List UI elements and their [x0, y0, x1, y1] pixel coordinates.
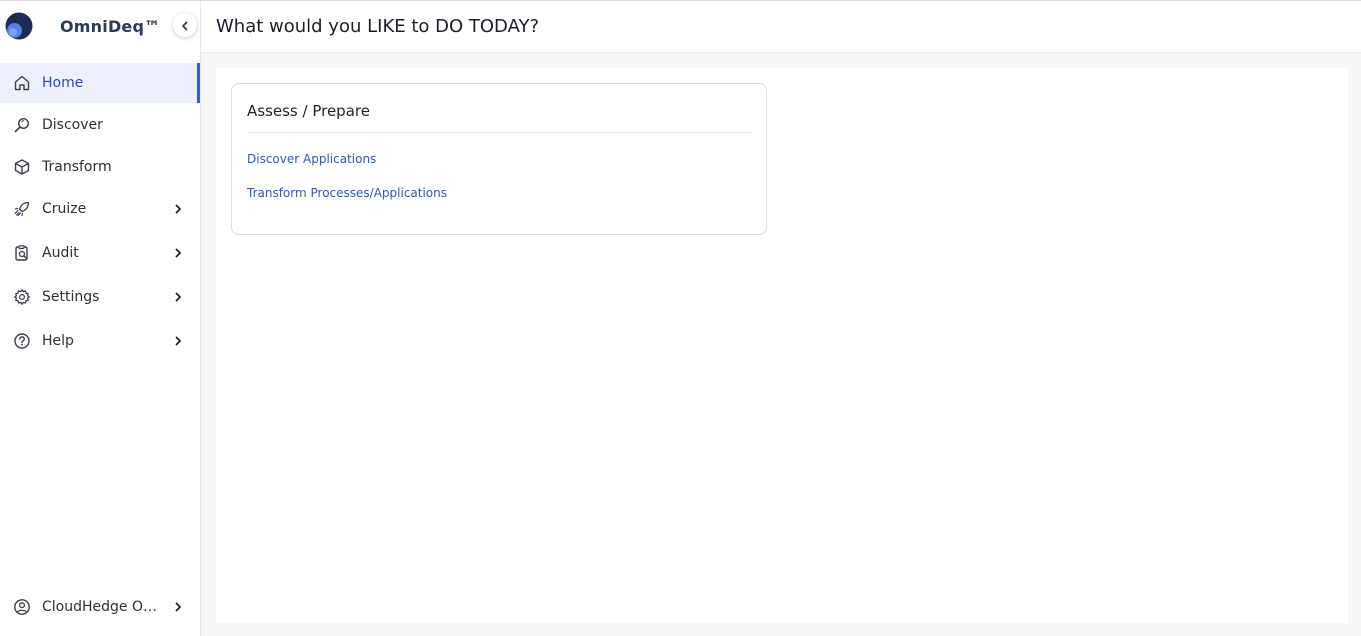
- main-area: Assess / Prepare Discover Applications T…: [201, 53, 1361, 636]
- content-panel: Assess / Prepare Discover Applications T…: [216, 68, 1348, 623]
- brand: OmniDeq™: [0, 1, 201, 51]
- user-icon: [13, 598, 31, 616]
- chevron-right-icon: [172, 247, 184, 259]
- chevron-right-icon: [172, 601, 184, 613]
- sidebar-item-transform[interactable]: Transform: [0, 147, 200, 187]
- sidebar-item-help[interactable]: Help: [0, 321, 200, 361]
- search-icon: [13, 116, 31, 134]
- sidebar-item-label: Transform: [42, 159, 112, 175]
- cube-icon: [13, 158, 31, 176]
- sidebar-item-label: Help: [42, 333, 74, 349]
- sidebar-item-label: CloudHedge OnP...: [42, 599, 164, 615]
- chevron-right-icon: [172, 291, 184, 303]
- app-window: OmniDeq™ Home Discover Transform Cruize …: [0, 0, 1361, 636]
- sidebar-item-settings[interactable]: Settings: [0, 277, 200, 317]
- sidebar-item-label: Discover: [42, 117, 103, 133]
- discover-applications-link[interactable]: Discover Applications: [247, 152, 376, 166]
- sidebar-item-home[interactable]: Home: [0, 63, 200, 103]
- brand-name: OmniDeq™: [60, 17, 161, 36]
- chevron-right-icon: [172, 335, 184, 347]
- collapse-sidebar-button[interactable]: [173, 13, 197, 37]
- rocket-icon: [13, 200, 31, 218]
- sidebar-item-cruize[interactable]: Cruize: [0, 189, 200, 229]
- audit-icon: [13, 244, 31, 262]
- card-title: Assess / Prepare: [247, 102, 370, 120]
- gear-icon: [13, 288, 31, 306]
- chevron-right-icon: [172, 203, 184, 215]
- page-header: What would you LIKE to DO TODAY?: [201, 1, 1361, 53]
- sidebar-item-label: Cruize: [42, 201, 87, 217]
- sidebar-item-label: Home: [42, 75, 84, 91]
- page-title: What would you LIKE to DO TODAY?: [216, 16, 540, 37]
- sidebar-item-account[interactable]: CloudHedge OnP...: [0, 587, 200, 627]
- sidebar-item-discover[interactable]: Discover: [0, 105, 200, 145]
- home-icon: [13, 74, 31, 92]
- omnideq-logo-icon: [5, 12, 33, 40]
- transform-processes-link[interactable]: Transform Processes/Applications: [247, 186, 447, 200]
- sidebar-item-audit[interactable]: Audit: [0, 233, 200, 273]
- sidebar: OmniDeq™ Home Discover Transform Cruize …: [0, 1, 201, 636]
- card-divider: [247, 132, 751, 133]
- sidebar-item-label: Settings: [42, 289, 100, 305]
- chevron-left-icon: [180, 16, 190, 35]
- assess-prepare-card: Assess / Prepare Discover Applications T…: [231, 83, 767, 235]
- sidebar-item-label: Audit: [42, 245, 79, 261]
- help-icon: [13, 332, 31, 350]
